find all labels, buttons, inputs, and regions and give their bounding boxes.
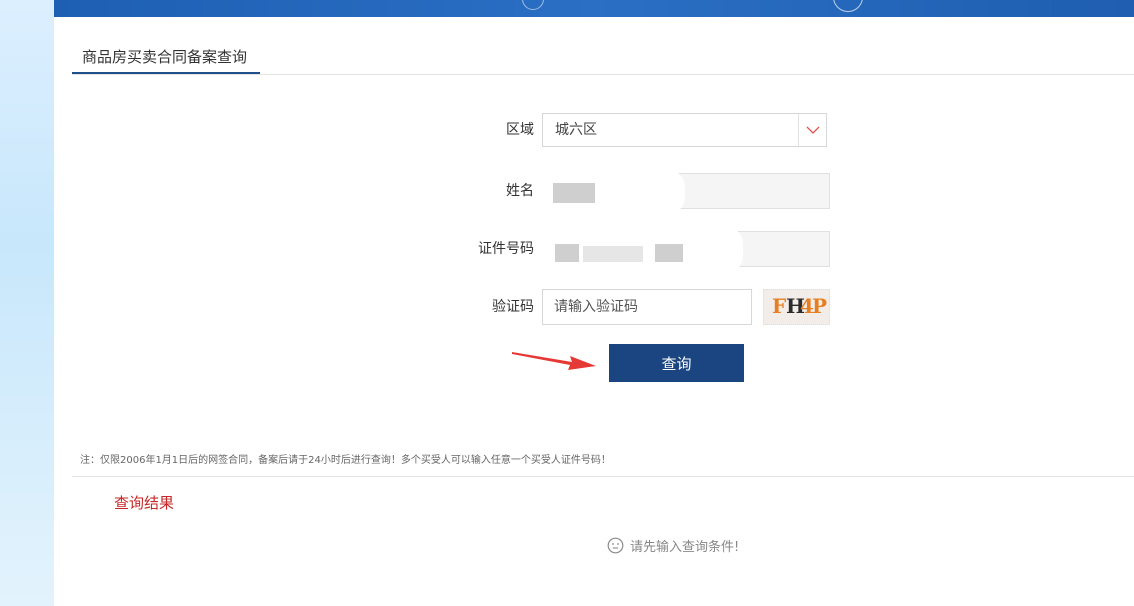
smiley-icon <box>607 537 624 554</box>
captcha-char: P <box>812 294 828 318</box>
captcha-label-box: 验证码 <box>444 289 534 325</box>
id-label-box: 证件号码 <box>444 231 534 267</box>
id-number-label: 证件号码 <box>478 241 534 257</box>
name-label-box: 姓名 <box>444 173 534 209</box>
left-background <box>0 0 54 606</box>
region-label-box: 区域 <box>444 112 534 148</box>
tab-bar: 商品房买卖合同备案查询 <box>72 17 1134 75</box>
captcha-input[interactable] <box>542 289 752 325</box>
main-panel: 商品房买卖合同备案查询 区域 城六区 姓名 证件号码 验证码 F H 4 <box>54 17 1134 606</box>
captcha-label: 验证码 <box>492 299 534 315</box>
name-label: 姓名 <box>506 183 534 199</box>
name-input[interactable] <box>535 169 830 215</box>
note-text: 注：仅限2006年1月1日后的网签合同，备案后请于24小时后进行查询！多个买受人… <box>80 455 611 466</box>
red-arrow-icon <box>512 352 596 370</box>
empty-result-message: 请先输入查询条件! <box>607 536 739 555</box>
region-select[interactable]: 城六区 <box>542 113 827 147</box>
redacted-value <box>655 244 683 262</box>
redacted-value <box>555 244 579 262</box>
query-button[interactable]: 查询 <box>609 344 744 382</box>
header-banner <box>54 0 1134 17</box>
divider <box>72 476 1134 477</box>
redacted-value <box>583 246 643 262</box>
id-number-input[interactable] <box>535 226 830 274</box>
tab-contract-record-query[interactable]: 商品房买卖合同备案查询 <box>72 44 260 74</box>
header-decoration <box>522 0 544 10</box>
chevron-down-icon[interactable] <box>798 114 826 146</box>
results-title: 查询结果 <box>114 494 175 512</box>
redacted-value <box>553 183 595 203</box>
region-selected-value: 城六区 <box>555 122 597 138</box>
captcha-char: F <box>772 294 787 318</box>
region-label: 区域 <box>506 122 534 138</box>
header-decoration <box>833 0 863 12</box>
captcha-image[interactable]: F H 4 P <box>763 289 830 325</box>
empty-result-text: 请先输入查询条件! <box>630 540 740 555</box>
